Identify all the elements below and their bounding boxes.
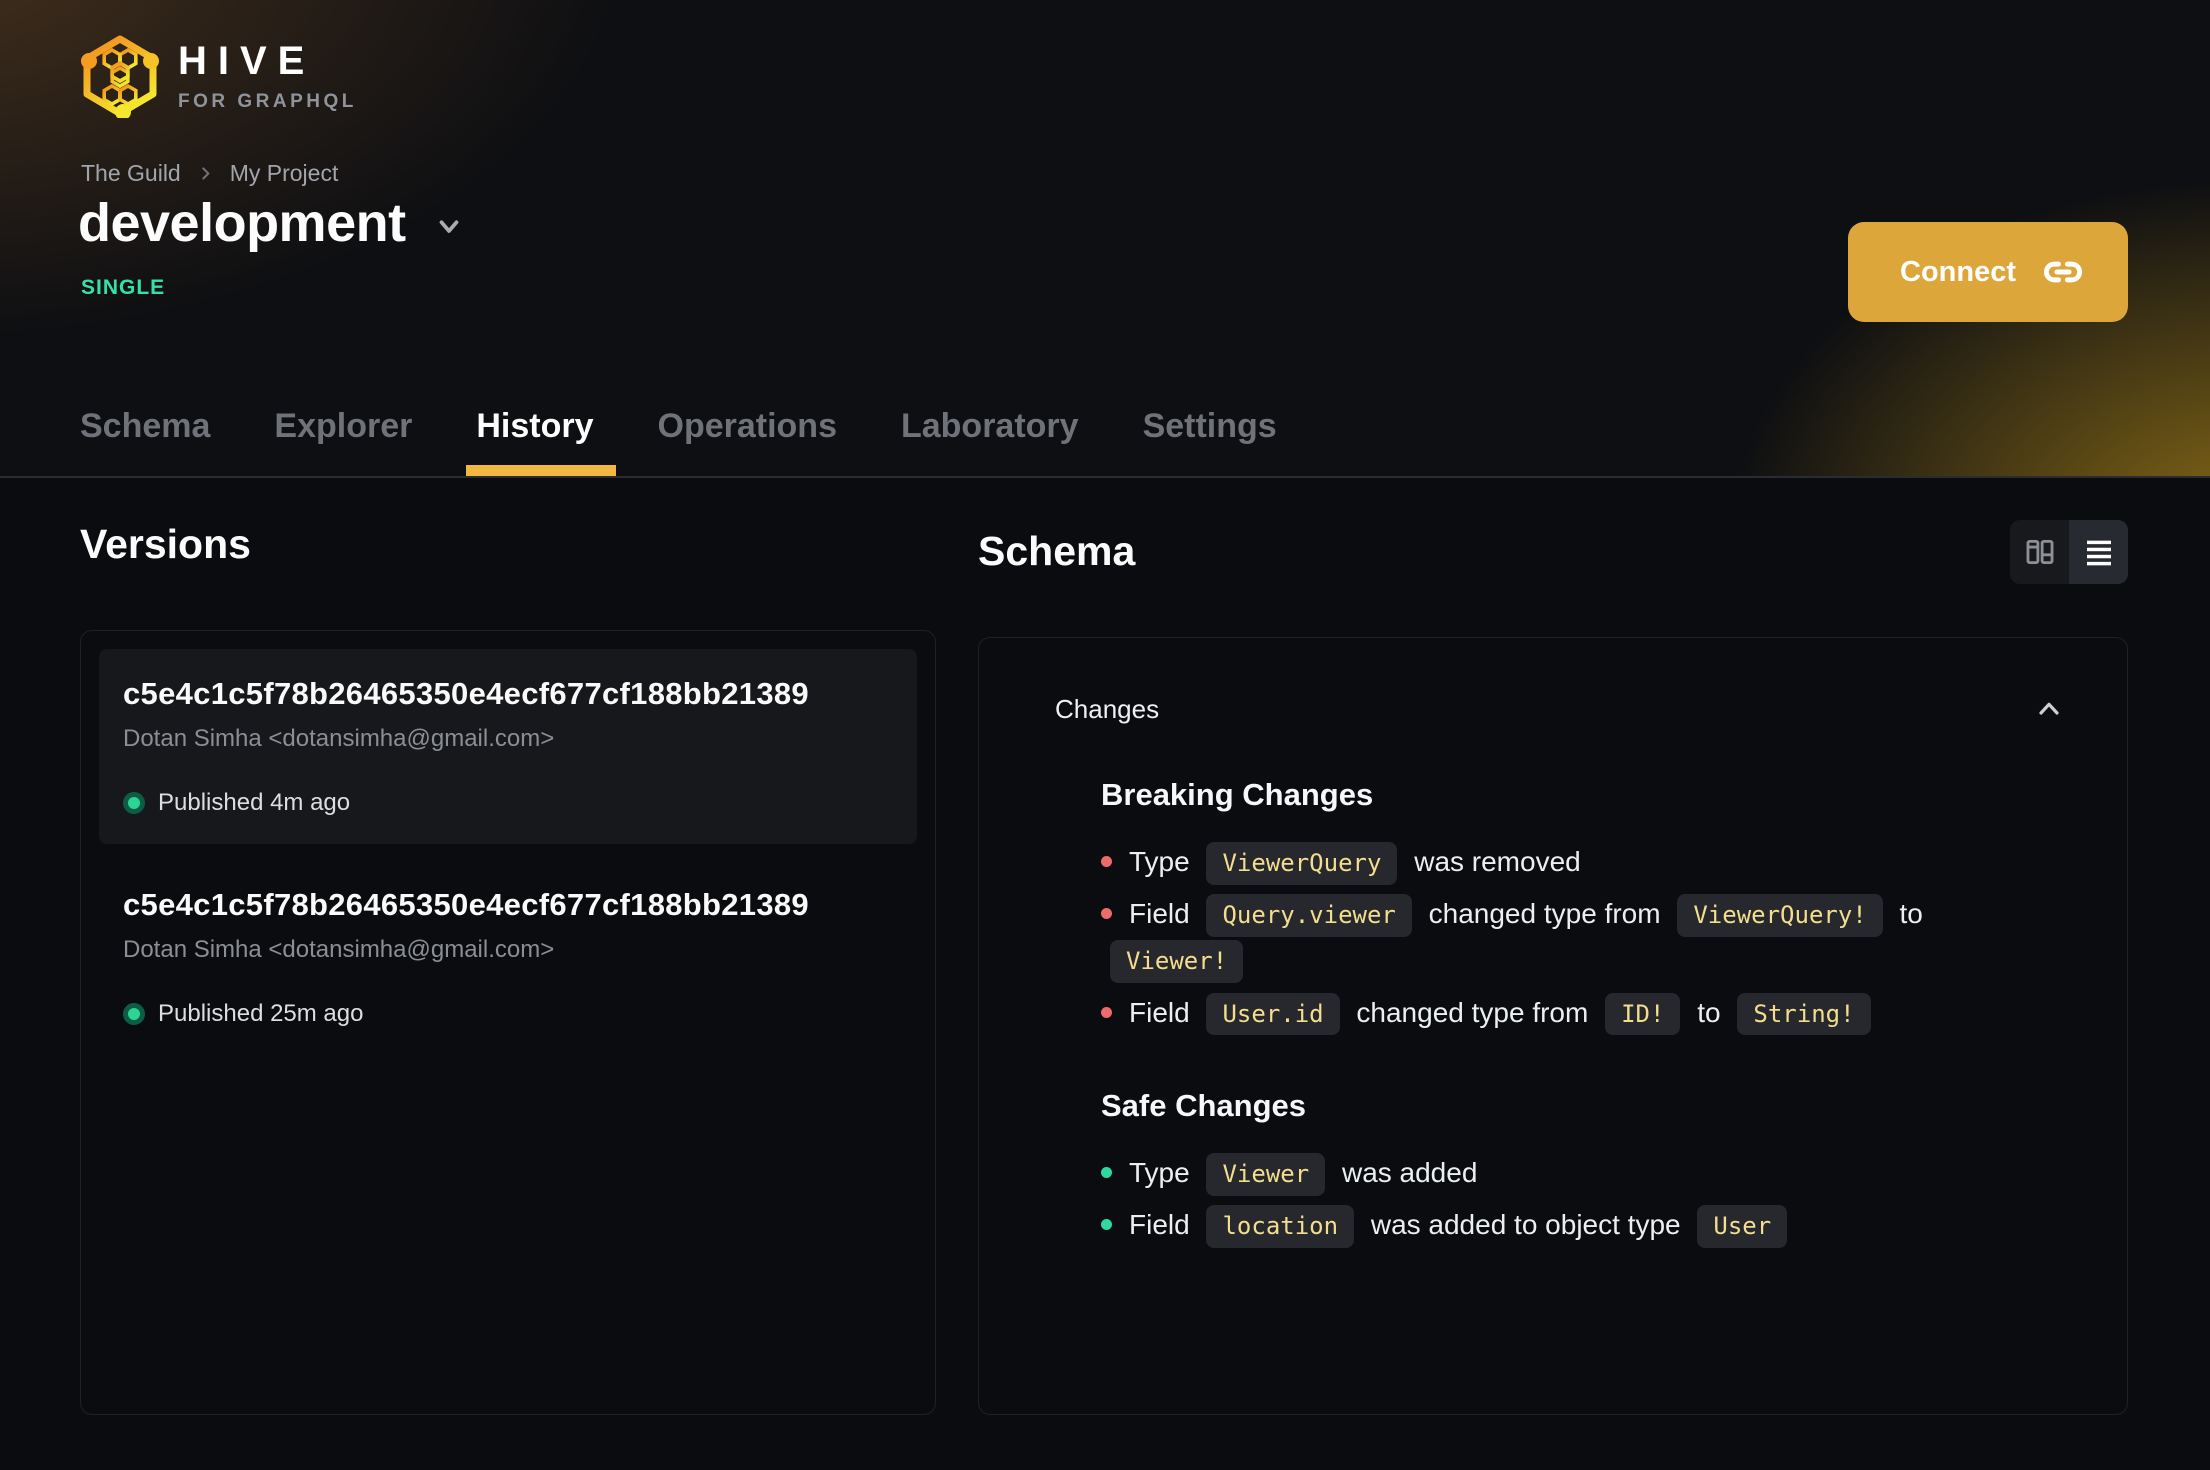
change-item: Type ViewerQuery was removed	[1101, 839, 2057, 885]
breaking-bullet	[1101, 856, 1112, 867]
breaking-bullet	[1101, 1006, 1112, 1018]
changes-panel: Changes Breaking Changes Type ViewerQuer…	[978, 637, 2128, 1415]
change-item: Field Query.viewer changed type from Vie…	[1101, 891, 2057, 984]
code-chip: Viewer	[1206, 1152, 1326, 1196]
link-icon	[2044, 261, 2082, 283]
collapse-button[interactable]	[2033, 693, 2065, 725]
brand-name: HIVE	[178, 39, 316, 83]
hive-history-page: HIVE FOR GRAPHQL The Guild My Project de…	[0, 0, 2210, 1470]
brand-logo[interactable]: HIVE FOR GRAPHQL	[80, 34, 357, 118]
changes-panel-title: Changes	[1055, 693, 1160, 724]
change-item: Field User.id changed type from ID! to S…	[1101, 990, 2057, 1036]
code-chip: String!	[1737, 992, 1871, 1036]
target-mode-badge: SINGLE	[81, 276, 166, 299]
version-status: Published 25m ago	[123, 1000, 893, 1028]
change-item-text: Type ViewerQuery was removed	[1129, 842, 1581, 885]
tab-label: Operations	[657, 407, 837, 445]
change-item-text: Field location was added to object type …	[1129, 1204, 1796, 1248]
published-status-dot	[123, 1003, 145, 1025]
code-chip: ViewerQuery!	[1677, 894, 1883, 937]
chevron-right-icon	[197, 165, 214, 182]
list-icon	[2086, 540, 2111, 566]
columns-icon	[2026, 539, 2053, 565]
breadcrumb-org[interactable]: The Guild	[81, 160, 181, 187]
breaking-bullet	[1101, 908, 1112, 920]
schema-view-toggle	[2010, 520, 2128, 584]
tab[interactable]: Schema	[80, 407, 210, 476]
brand-tagline: FOR GRAPHQL	[178, 91, 357, 112]
version-author: Dotan Simha <dotansimha@gmail.com>	[123, 725, 555, 752]
version-author: Dotan Simha <dotansimha@gmail.com>	[123, 936, 555, 963]
brand-wordmark: HIVE FOR GRAPHQL	[178, 39, 357, 113]
chevron-up-icon	[2039, 702, 2059, 715]
code-chip: Viewer!	[1110, 940, 1244, 984]
hive-logo-icon	[81, 35, 159, 118]
tab[interactable]: Operations	[658, 407, 837, 476]
schema-title: Schema	[978, 528, 1136, 574]
code-chip: User.id	[1206, 992, 1340, 1036]
changes-panel-header[interactable]: Changes	[979, 638, 2127, 725]
breaking-changes-title: Breaking Changes	[1101, 777, 1374, 812]
schema-header: Schema	[978, 520, 2128, 584]
version-hash: c5e4c1c5f78b26465350e4ecf677cf188bb21389	[123, 676, 809, 711]
versions-panel: c5e4c1c5f78b26465350e4ecf677cf188bb21389…	[80, 630, 936, 1415]
connect-button-label: Connect	[1900, 255, 2016, 288]
code-chip: ViewerQuery	[1206, 842, 1398, 885]
published-status-dot	[123, 792, 145, 814]
tab-label: Schema	[80, 407, 211, 445]
versions-title: Versions	[80, 521, 251, 567]
change-item-text: Type Viewer was added	[1129, 1152, 1477, 1196]
code-chip: User	[1697, 1204, 1788, 1248]
target-tabs: Schema Explorer History Operations Labor…	[80, 407, 1277, 476]
safe-bullet	[1101, 1166, 1112, 1178]
split-view-button[interactable]	[2010, 520, 2069, 584]
tab[interactable]: History	[466, 407, 616, 476]
version-hash: c5e4c1c5f78b26465350e4ecf677cf188bb21389	[123, 887, 809, 922]
chevron-down-icon	[434, 211, 464, 246]
target-selector[interactable]: development	[78, 192, 464, 254]
tab[interactable]: Laboratory	[901, 407, 1079, 476]
change-item-text: Field User.id changed type from ID! to S…	[1129, 992, 1880, 1036]
changes-body: Breaking Changes Type ViewerQuery was re…	[979, 777, 2127, 1248]
code-chip: Query.viewer	[1206, 894, 1412, 937]
code-chip: location	[1206, 1204, 1355, 1248]
safe-changes-title: Safe Changes	[1101, 1087, 1307, 1123]
version-card[interactable]: c5e4c1c5f78b26465350e4ecf677cf188bb21389…	[99, 860, 917, 1055]
version-status: Published 4m ago	[123, 789, 893, 817]
tab-label: History	[476, 407, 594, 445]
version-card[interactable]: c5e4c1c5f78b26465350e4ecf677cf188bb21389…	[99, 649, 917, 844]
tab-label: Explorer	[274, 407, 413, 445]
tab-label: Laboratory	[900, 407, 1079, 445]
safe-bullet	[1101, 1218, 1112, 1230]
page-header: HIVE FOR GRAPHQL The Guild My Project de…	[0, 0, 2210, 478]
tab[interactable]: Settings	[1143, 407, 1277, 476]
change-item: Type Viewer was added	[1101, 1150, 2057, 1196]
breadcrumb: The Guild My Project	[81, 160, 338, 187]
change-item: Field location was added to object type …	[1101, 1202, 2057, 1248]
code-chip: ID!	[1605, 992, 1681, 1036]
version-status-text: Published 4m ago	[158, 789, 351, 816]
safe-changes-list: Type Viewer was added Field location was…	[1101, 1150, 2057, 1248]
tab[interactable]: Explorer	[274, 407, 412, 476]
page-title: development	[78, 193, 406, 253]
tab-label: Settings	[1142, 407, 1277, 445]
breaking-changes-list: Type ViewerQuery was removed Field Query…	[1101, 839, 2057, 1036]
version-status-text: Published 25m ago	[158, 1000, 364, 1027]
change-item-text: Field Query.viewer changed type from Vie…	[1101, 894, 1923, 984]
list-view-button[interactable]	[2069, 520, 2128, 584]
connect-button[interactable]: Connect	[1848, 222, 2128, 322]
breadcrumb-project[interactable]: My Project	[230, 160, 339, 187]
